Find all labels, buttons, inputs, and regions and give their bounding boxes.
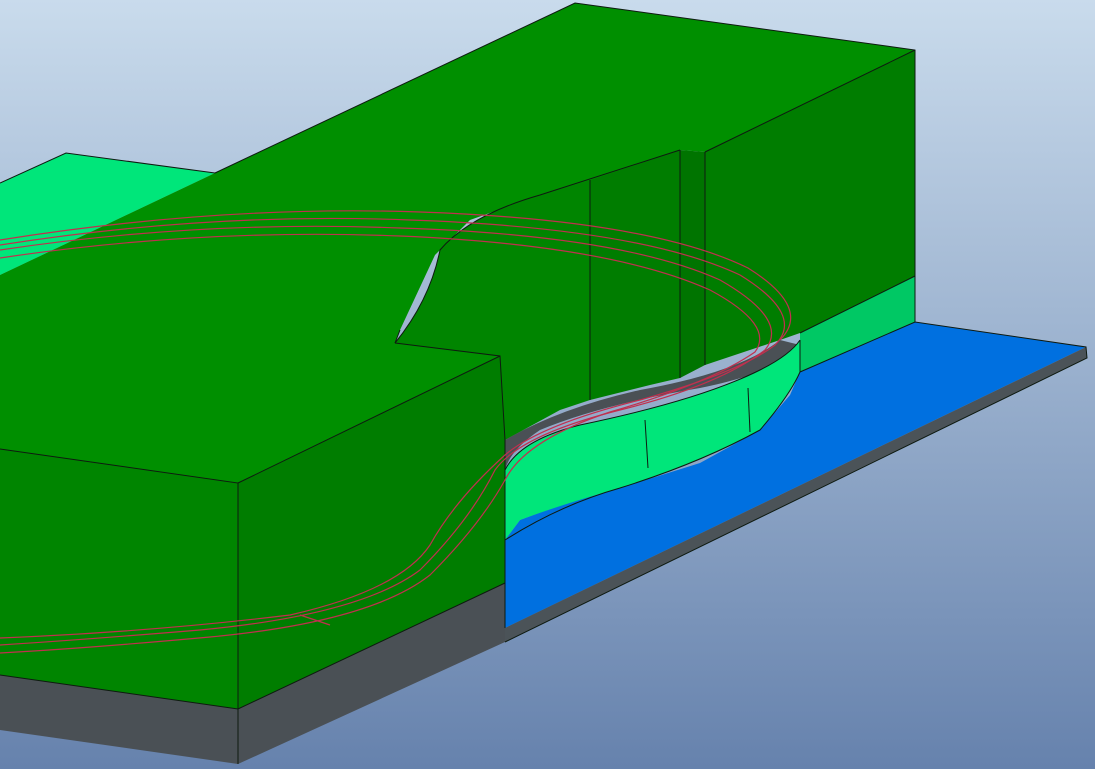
front-block-front-face[interactable] xyxy=(0,449,238,709)
cad-3d-viewport[interactable] xyxy=(0,0,1095,769)
pocket-wall-right[interactable] xyxy=(680,150,705,378)
cad-model-scene[interactable] xyxy=(0,0,1095,769)
pocket-wall-mid[interactable] xyxy=(590,150,680,400)
